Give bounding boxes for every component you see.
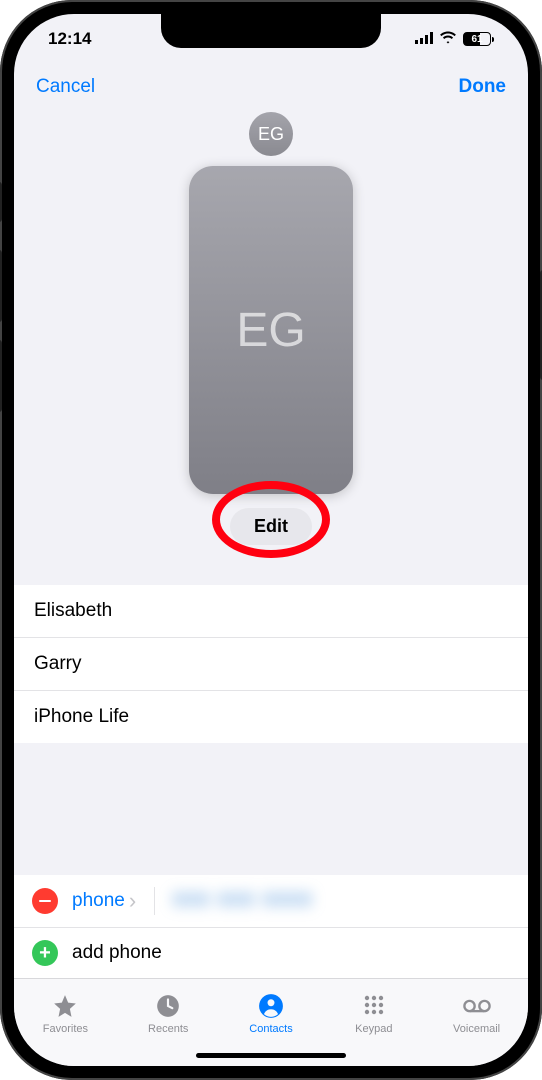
nav-bar: Cancel Done [14,64,528,106]
first-name-field[interactable]: Elisabeth [14,585,528,638]
company-field[interactable]: iPhone Life [14,691,528,743]
poster-initials: EG [236,303,305,358]
remove-phone-button[interactable] [32,888,58,914]
tab-contacts[interactable]: Contacts [220,979,323,1048]
name-fields: Elisabeth Garry iPhone Life [14,585,528,743]
add-phone-label[interactable]: add phone [72,942,162,964]
phone-number-field[interactable]: 888 888 8888 [173,890,313,912]
status-time: 12:14 [48,29,91,49]
tab-recents[interactable]: Recents [117,979,220,1048]
phone-type-selector[interactable]: phone › [72,888,136,914]
edit-button[interactable]: Edit [230,508,312,545]
add-phone-button[interactable] [32,940,58,966]
tab-voicemail[interactable]: Voicemail [425,979,528,1048]
cellular-icon [415,29,433,49]
chevron-right-icon: › [129,888,136,914]
last-name-field[interactable]: Garry [14,638,528,691]
home-indicator[interactable] [196,1053,346,1058]
cancel-button[interactable]: Cancel [36,76,95,98]
wifi-icon [439,29,457,49]
voicemail-icon [463,993,491,1019]
keypad-icon [360,993,388,1019]
battery-icon: 61 [463,32,494,46]
avatar-small[interactable]: EG [249,112,293,156]
person-circle-icon [257,993,285,1019]
contact-poster[interactable]: EG [189,166,353,494]
phone-section: phone › 888 888 8888 add phone [14,875,528,978]
star-icon [51,993,79,1019]
tab-favorites[interactable]: Favorites [14,979,117,1048]
done-button[interactable]: Done [459,76,507,98]
tab-keypad[interactable]: Keypad [322,979,425,1048]
clock-icon [154,993,182,1019]
